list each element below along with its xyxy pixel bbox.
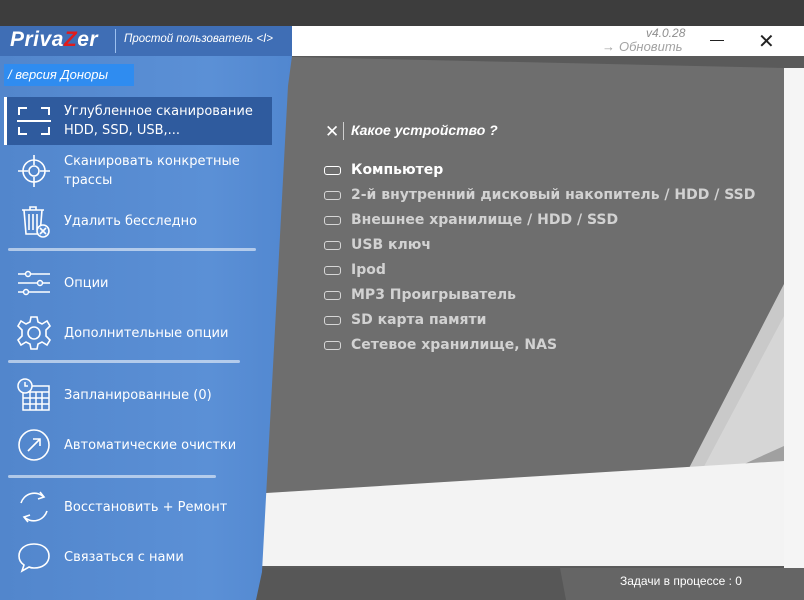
option-label: MP3 Проигрыватель bbox=[351, 287, 516, 303]
auto-arrow-circle-icon bbox=[18, 429, 50, 461]
device-option-usb-key[interactable]: USB ключ bbox=[324, 235, 431, 255]
device-option-internal-drive[interactable]: 2-й внутренний дисковый накопитель / HDD… bbox=[324, 185, 755, 205]
radio-icon bbox=[324, 190, 341, 200]
close-button[interactable]: ✕ bbox=[758, 31, 775, 51]
option-label: 2-й внутренний дисковый накопитель / HDD… bbox=[351, 187, 756, 203]
sidebar-item-scan-traces[interactable]: Сканировать конкретные трассы bbox=[4, 147, 272, 195]
logo-suffix: er bbox=[77, 28, 99, 51]
sidebar-item-auto-cleanups[interactable]: Автоматические очистки bbox=[4, 421, 272, 469]
option-label: Ipod bbox=[351, 262, 386, 278]
sidebar-item-scheduled[interactable]: Запланированные (0) bbox=[4, 371, 272, 419]
scan-frame-icon bbox=[17, 107, 51, 135]
question-separator bbox=[343, 122, 344, 140]
sidebar-item-deep-scan[interactable]: Углубленное сканирование HDD, SSD, USB,.… bbox=[4, 97, 272, 145]
device-option-nas[interactable]: Сетевое хранилище, NAS bbox=[324, 335, 557, 355]
sidebar-item-contact[interactable]: Связаться с нами bbox=[4, 533, 272, 581]
user-mode-toggle[interactable]: Простой пользователь <I> bbox=[115, 29, 273, 53]
sidebar-item-label: Опции bbox=[64, 275, 109, 291]
minimize-button[interactable] bbox=[710, 33, 724, 47]
version-badge: / версия Доноры bbox=[4, 64, 134, 86]
logo-z: Z bbox=[63, 28, 78, 51]
device-option-ipod[interactable]: Ipod bbox=[324, 260, 386, 280]
sidebar-item-restore-repair[interactable]: Восстановить + Ремонт bbox=[4, 483, 272, 531]
app-logo: PrivaZer bbox=[10, 28, 98, 52]
option-label: USB ключ bbox=[351, 237, 431, 253]
logo-prefix: Priva bbox=[10, 28, 64, 51]
sidebar-divider bbox=[8, 475, 216, 478]
update-label: Обновить bbox=[619, 39, 683, 54]
radio-icon bbox=[324, 240, 341, 250]
radio-icon bbox=[324, 165, 341, 175]
arrow-right-icon: → bbox=[602, 39, 615, 54]
label-line-2: трассы bbox=[64, 173, 113, 188]
right-edge bbox=[784, 68, 804, 568]
app-window: Задачи в процессе : 0 v4.0.28 → Обновить … bbox=[0, 26, 804, 600]
radio-icon bbox=[324, 290, 341, 300]
close-question-button[interactable]: ✕ bbox=[325, 122, 339, 142]
option-label: Компьютер bbox=[351, 162, 444, 178]
option-label: Внешнее хранилище / HDD / SSD bbox=[351, 212, 619, 228]
sidebar-item-label: Удалить бесследно bbox=[64, 213, 198, 229]
device-option-external-storage[interactable]: Внешнее хранилище / HDD / SSD bbox=[324, 210, 618, 230]
device-option-sd-card[interactable]: SD карта памяти bbox=[324, 310, 486, 330]
update-link[interactable]: → Обновить bbox=[602, 39, 683, 54]
label-line-2: HDD, SSD, USB,... bbox=[64, 123, 181, 138]
tasks-status-text: Задачи в процессе : 0 bbox=[620, 574, 742, 588]
radio-icon bbox=[324, 340, 341, 350]
crosshair-icon bbox=[18, 155, 50, 187]
sidebar-divider bbox=[8, 360, 240, 363]
radio-icon bbox=[324, 215, 341, 225]
sidebar-divider bbox=[8, 248, 256, 251]
sidebar-item-label: Углубленное сканирование HDD, SSD, USB,.… bbox=[64, 102, 253, 140]
sidebar-item-label: Дополнительные опции bbox=[64, 325, 229, 341]
restore-cycle-icon bbox=[20, 491, 48, 523]
label-line-1: Сканировать конкретные bbox=[64, 154, 240, 169]
label-line-1: Углубленное сканирование bbox=[64, 104, 253, 119]
radio-icon bbox=[324, 265, 341, 275]
option-label: Сетевое хранилище, NAS bbox=[351, 337, 558, 353]
option-label: SD карта памяти bbox=[351, 312, 487, 328]
top-strip bbox=[0, 0, 804, 26]
sidebar-item-label: Запланированные (0) bbox=[64, 387, 212, 403]
gear-icon bbox=[16, 316, 52, 350]
device-option-mp3-player[interactable]: MP3 Проигрыватель bbox=[324, 285, 516, 305]
sliders-icon bbox=[18, 270, 50, 296]
calendar-clock-icon bbox=[17, 378, 50, 411]
question-title: Какое устройство ? bbox=[351, 122, 498, 138]
device-option-computer[interactable]: Компьютер bbox=[324, 160, 443, 180]
trash-delete-icon bbox=[22, 206, 50, 238]
sidebar-item-secure-delete[interactable]: Удалить бесследно bbox=[4, 197, 272, 245]
version-label: v4.0.28 bbox=[646, 26, 686, 40]
sidebar-item-label: Сканировать конкретные трассы bbox=[64, 152, 240, 190]
sidebar-item-label: Автоматические очистки bbox=[64, 437, 237, 453]
sidebar-item-label: Восстановить + Ремонт bbox=[64, 499, 228, 515]
radio-icon bbox=[324, 315, 341, 325]
chat-bubble-icon bbox=[18, 543, 50, 573]
sidebar-item-options[interactable]: Опции bbox=[4, 259, 272, 307]
sidebar-item-label: Связаться с нами bbox=[64, 549, 184, 565]
sidebar-item-advanced-options[interactable]: Дополнительные опции bbox=[4, 309, 272, 357]
